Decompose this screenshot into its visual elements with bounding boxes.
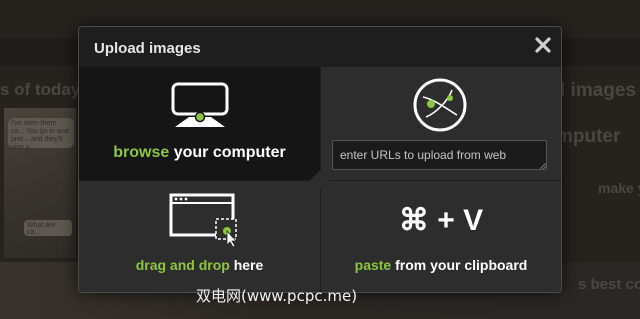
close-icon[interactable]	[534, 36, 552, 54]
paste-shortcut-keys: ⌘ + V	[398, 204, 484, 237]
url-upload-panel	[321, 67, 561, 180]
watermark: 双电网(www.pcpc.me)	[196, 287, 358, 305]
drag-drop-label: drag and drop here	[135, 257, 264, 273]
browser-window-drop-icon	[169, 193, 237, 247]
url-input[interactable]	[332, 140, 547, 170]
background-speech-bubble: What are ca...	[24, 220, 72, 236]
background-upload-button: mputer	[556, 126, 621, 147]
background-headline-right: l images	[560, 80, 637, 101]
background-text: make y	[598, 180, 640, 196]
drag-drop-area[interactable]: drag and drop here	[79, 181, 320, 292]
background-text: s best co	[578, 276, 640, 293]
background-speech-bubble: I've seen them ca... You go in and pret.…	[8, 118, 74, 151]
paste-label: paste from your clipboard	[354, 257, 528, 273]
upload-dialog: Upload images browse your computer enter…	[78, 26, 562, 293]
resize-handle-icon[interactable]	[540, 163, 546, 169]
paste-clipboard-button[interactable]: ⌘ + V paste from your clipboard	[321, 181, 561, 292]
computer-monitor-icon	[171, 82, 229, 127]
browse-label: browse your computer	[113, 144, 286, 161]
dialog-title: Upload images	[94, 40, 201, 57]
browse-computer-button[interactable]: browse your computer	[79, 67, 320, 180]
globe-link-icon	[413, 78, 467, 132]
